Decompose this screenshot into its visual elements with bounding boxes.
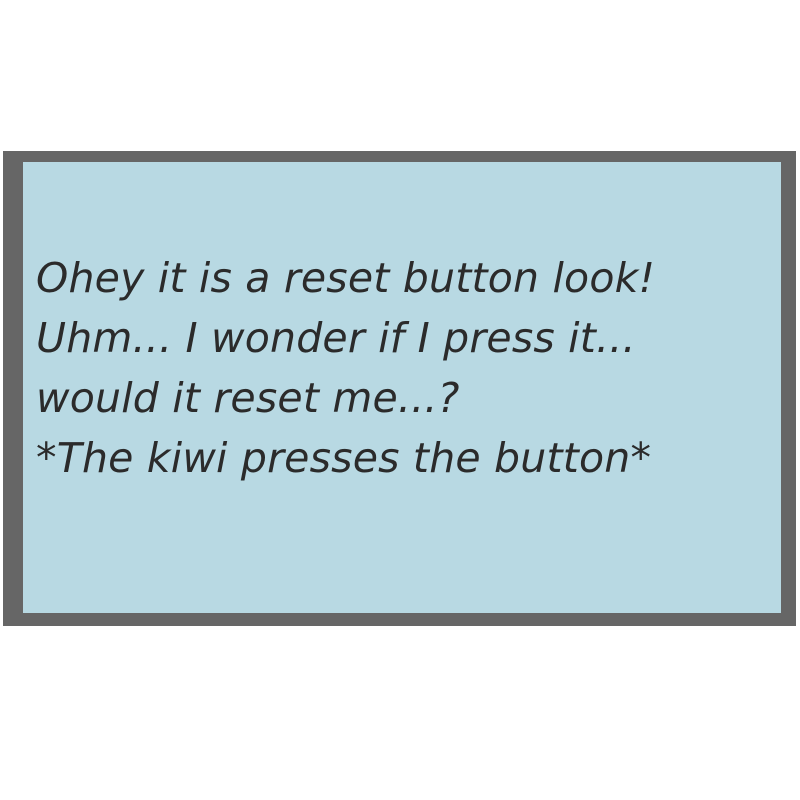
dialog-text: Ohey it is a reset button look! Uhm... I… [36, 248, 776, 488]
dialog-panel: Ohey it is a reset button look! Uhm... I… [23, 162, 781, 613]
dialog-line-3: would it reset me...? [36, 374, 460, 422]
dialog-line-1: Ohey it is a reset button look! [36, 254, 656, 302]
dialog-line-2: Uhm... I wonder if I press it... [36, 314, 636, 362]
game-screen: Ohey it is a reset button look! Uhm... I… [0, 0, 800, 800]
dialog-box[interactable]: Ohey it is a reset button look! Uhm... I… [3, 151, 796, 626]
dialog-line-4: *The kiwi presses the button* [36, 434, 652, 482]
